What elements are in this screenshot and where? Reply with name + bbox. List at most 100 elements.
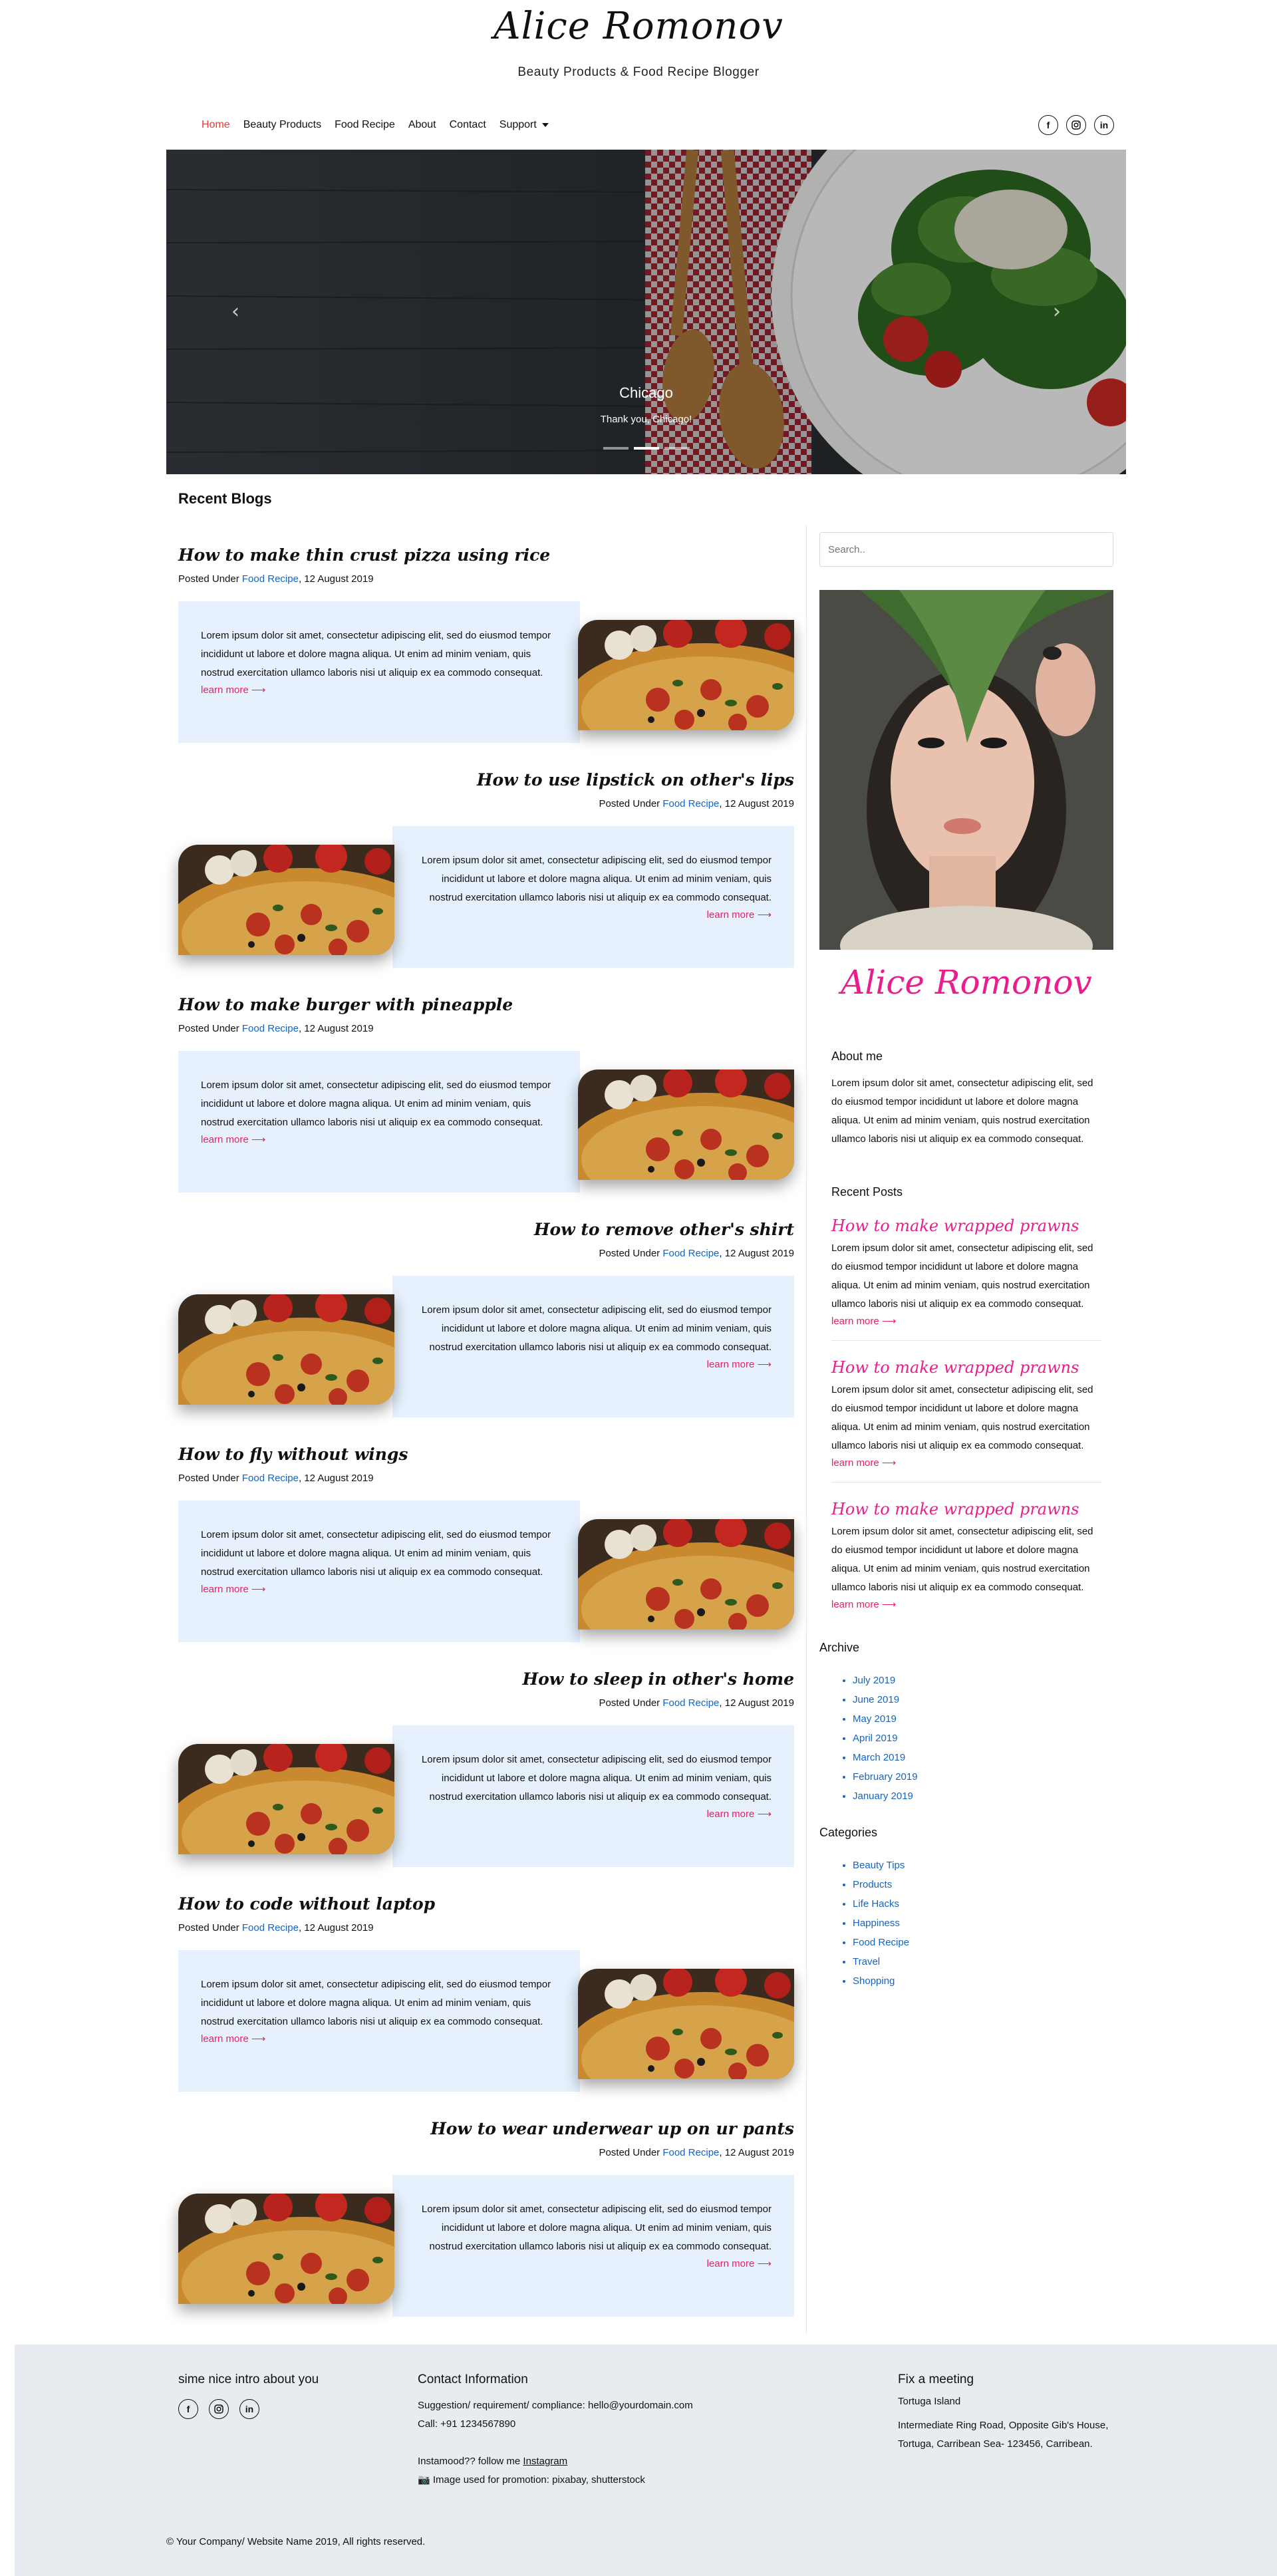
category-item[interactable]: Shopping (853, 1971, 1101, 1991)
learn-more-link[interactable]: learn more ⟶ (707, 2257, 772, 2269)
carousel-prev-icon[interactable]: ‹ (231, 300, 239, 323)
main-nav: Home Beauty Products Food Recipe About C… (166, 112, 1114, 138)
category-item[interactable]: Food Recipe (853, 1933, 1101, 1952)
search-input[interactable] (819, 532, 1113, 567)
blog-post-title[interactable]: How to make thin crust pizza using rice (178, 545, 794, 565)
blog-post-excerpt-box: Lorem ipsum dolor sit amet, consectetur … (392, 1276, 794, 1417)
recent-post-title[interactable]: How to make wrapped prawns (831, 1500, 1101, 1518)
learn-more-link[interactable]: learn more ⟶ (831, 1598, 896, 1610)
learn-more-link[interactable]: learn more ⟶ (707, 909, 772, 921)
blog-post-title[interactable]: How to fly without wings (178, 1445, 794, 1465)
facebook-icon[interactable]: f (178, 2399, 198, 2419)
learn-more-link[interactable]: learn more ⟶ (831, 1315, 896, 1327)
archive-item[interactable]: April 2019 (853, 1729, 1101, 1748)
archive-item[interactable]: March 2019 (853, 1748, 1101, 1767)
facebook-icon[interactable]: f (1038, 115, 1058, 135)
blog-post-title[interactable]: How to code without laptop (178, 1894, 794, 1914)
post-category-link[interactable]: Food Recipe (242, 1922, 299, 1933)
learn-more-link[interactable]: learn more ⟶ (201, 684, 265, 696)
blog-post-image[interactable] (578, 1070, 794, 1180)
footer-meeting-address: Intermediate Ring Road, Opposite Gib's H… (898, 2420, 1109, 2450)
posted-under-label: Posted Under (599, 1248, 663, 1259)
blog-post: How to remove other's shirt Posted Under… (178, 1220, 794, 1445)
footer-contact-email: Suggestion/ requirement/ compliance: hel… (418, 2400, 693, 2411)
nav-item-home[interactable]: Home (166, 119, 237, 131)
recent-post-body: Lorem ipsum dolor sit amet, consectetur … (831, 1242, 1093, 1310)
category-item[interactable]: Beauty Tips (853, 1856, 1101, 1875)
carousel-indicators (166, 447, 1126, 450)
linkedin-icon[interactable]: in (239, 2399, 259, 2419)
post-date: , 12 August 2019 (719, 2147, 794, 2158)
category-item[interactable]: Products (853, 1875, 1101, 1894)
blog-post-image[interactable] (178, 1744, 394, 1854)
blog-post-title[interactable]: How to sleep in other's home (178, 1669, 794, 1689)
blog-post-image[interactable] (178, 845, 394, 955)
archive-item[interactable]: January 2019 (853, 1787, 1101, 1806)
recent-posts-widget: Recent Posts How to make wrapped prawns … (819, 1185, 1113, 1624)
posted-under-label: Posted Under (178, 573, 242, 585)
blog-post: How to sleep in other's home Posted Unde… (178, 1669, 794, 1894)
blog-post-image[interactable] (578, 1519, 794, 1630)
nav-item-support[interactable]: Support (493, 119, 555, 131)
archive-item[interactable]: June 2019 (853, 1690, 1101, 1709)
profile-name: Alice Romonov (841, 963, 1092, 1002)
section-title-recent-blogs: Recent Blogs (178, 490, 272, 507)
blog-post-excerpt: Lorem ipsum dolor sit amet, consectetur … (201, 1979, 551, 2027)
learn-more-link[interactable]: learn more ⟶ (201, 1133, 265, 1145)
blog-post-image[interactable] (578, 1969, 794, 2079)
post-date: , 12 August 2019 (298, 1023, 374, 1034)
post-category-link[interactable]: Food Recipe (662, 1248, 719, 1259)
nav-item-about[interactable]: About (402, 119, 443, 131)
post-category-link[interactable]: Food Recipe (242, 1473, 299, 1484)
blog-post-image[interactable] (178, 2194, 394, 2304)
learn-more-link[interactable]: learn more ⟶ (831, 1457, 896, 1469)
blog-post: How to wear underwear up on ur pants Pos… (178, 2119, 794, 2344)
category-item[interactable]: Happiness (853, 1914, 1101, 1933)
blog-post-title[interactable]: How to make burger with pineapple (178, 995, 794, 1015)
category-item[interactable]: Travel (853, 1952, 1101, 1971)
blog-post-image[interactable] (178, 1294, 394, 1405)
learn-more-link[interactable]: learn more ⟶ (707, 1808, 772, 1820)
archive-item[interactable]: July 2019 (853, 1671, 1101, 1690)
linkedin-icon[interactable]: in (1094, 115, 1114, 135)
carousel-indicator-active[interactable] (633, 447, 659, 450)
archive-widget: Archive July 2019June 2019May 2019April … (819, 1641, 1113, 1806)
category-item[interactable]: Life Hacks (853, 1894, 1101, 1914)
instagram-icon[interactable] (1066, 115, 1086, 135)
footer-intro: sime nice intro about you f in (178, 2372, 319, 2419)
archive-list: July 2019June 2019May 2019April 2019Marc… (853, 1671, 1101, 1806)
footer-meeting-place: Tortuga Island (898, 2396, 961, 2407)
learn-more-link[interactable]: learn more ⟶ (201, 2033, 265, 2045)
blog-post-excerpt-box: Lorem ipsum dolor sit amet, consectetur … (178, 601, 580, 743)
blog-post-image[interactable] (578, 620, 794, 730)
about-title: About me (831, 1050, 883, 1063)
recent-post-title[interactable]: How to make wrapped prawns (831, 1216, 1101, 1235)
learn-more-link[interactable]: learn more ⟶ (707, 1358, 772, 1370)
blog-post-title[interactable]: How to use lipstick on other's lips (178, 770, 794, 790)
post-category-link[interactable]: Food Recipe (242, 1023, 299, 1034)
recent-post-title[interactable]: How to make wrapped prawns (831, 1358, 1101, 1377)
blog-post: How to code without laptop Posted Under … (178, 1894, 794, 2119)
blog-post-title[interactable]: How to remove other's shirt (178, 1220, 794, 1240)
footer-instagram-link[interactable]: Instagram (523, 2456, 567, 2467)
carousel-indicator[interactable] (603, 447, 629, 450)
archive-item[interactable]: May 2019 (853, 1709, 1101, 1729)
instagram-icon[interactable] (209, 2399, 229, 2419)
blog-post-title[interactable]: How to wear underwear up on ur pants (178, 2119, 794, 2139)
carousel-indicator[interactable] (664, 447, 690, 450)
post-category-link[interactable]: Food Recipe (662, 2147, 719, 2158)
post-category-link[interactable]: Food Recipe (242, 573, 299, 585)
learn-more-link[interactable]: learn more ⟶ (201, 1583, 265, 1595)
post-date: , 12 August 2019 (298, 1922, 374, 1933)
carousel-next-icon[interactable]: › (1053, 300, 1061, 323)
recent-posts-title: Recent Posts (831, 1185, 903, 1199)
nav-item-food-recipe[interactable]: Food Recipe (328, 119, 402, 131)
archive-item[interactable]: February 2019 (853, 1767, 1101, 1787)
post-category-link[interactable]: Food Recipe (662, 798, 719, 809)
post-date: , 12 August 2019 (719, 1697, 794, 1709)
post-category-link[interactable]: Food Recipe (662, 1697, 719, 1709)
site-title[interactable]: Alice Romonov (0, 0, 1277, 49)
nav-item-beauty-products[interactable]: Beauty Products (237, 119, 328, 131)
footer-meeting-title: Fix a meeting (898, 2372, 974, 2386)
nav-item-contact[interactable]: Contact (443, 119, 493, 131)
